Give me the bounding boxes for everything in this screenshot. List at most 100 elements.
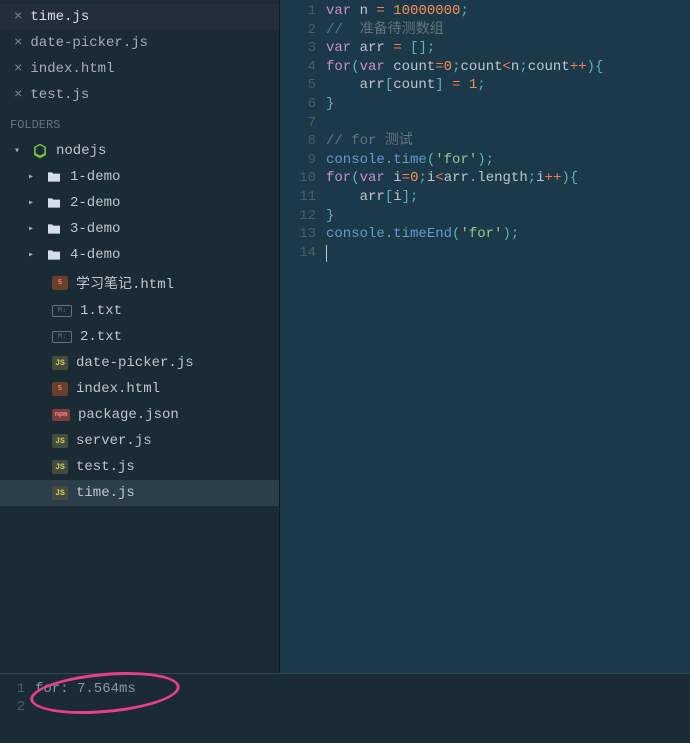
folder-icon: [46, 247, 62, 263]
close-icon[interactable]: ×: [14, 87, 22, 103]
tree-file-label: time.js: [76, 485, 135, 501]
line-number: 13: [280, 225, 316, 244]
close-icon[interactable]: ×: [14, 61, 22, 77]
tree-file-label: test.js: [76, 459, 135, 475]
open-tab[interactable]: × date-picker.js: [0, 30, 279, 56]
tree-folder-label: 2-demo: [70, 195, 120, 211]
nodejs-icon: [32, 143, 48, 159]
chevron-right-icon: ▸: [28, 223, 38, 235]
open-tabs: ×time.js×date-picker.js×index.html×test.…: [0, 0, 279, 112]
sidebar: ×time.js×date-picker.js×index.html×test.…: [0, 0, 280, 743]
folders-header: FOLDERS: [0, 112, 279, 138]
txt-file-icon: M↓: [52, 331, 72, 343]
line-number: 1: [280, 2, 316, 21]
tree-file[interactable]: M↓ 1.txt: [0, 298, 279, 324]
tree-root-label: nodejs: [56, 143, 106, 159]
console-line-empty: [35, 698, 690, 716]
tree-file[interactable]: JStest.js: [0, 454, 279, 480]
line-number: 12: [280, 207, 316, 226]
tree-folder[interactable]: ▸ 3-demo: [0, 216, 279, 242]
folder-icon: [46, 221, 62, 237]
tree-file[interactable]: 5 学习笔记.html: [0, 268, 279, 298]
code-line[interactable]: var arr = [];: [326, 39, 690, 58]
line-number: 11: [280, 188, 316, 207]
close-icon[interactable]: ×: [14, 9, 22, 25]
tree-file-label: date-picker.js: [76, 355, 194, 371]
tree-file[interactable]: M↓ 2.txt: [0, 324, 279, 350]
open-tab[interactable]: × test.js: [0, 82, 279, 108]
line-number: 10: [280, 169, 316, 188]
console-line: for: 7.564ms: [35, 680, 690, 698]
tree-folder[interactable]: ▸ 4-demo: [0, 242, 279, 268]
code-line[interactable]: }: [326, 95, 690, 114]
code-line[interactable]: console.timeEnd('for');: [326, 225, 690, 244]
code-line[interactable]: }: [326, 207, 690, 226]
code-area[interactable]: var n = 10000000;// 准备待测数组var arr = [];f…: [326, 0, 690, 743]
open-tab[interactable]: ×time.js: [0, 4, 279, 30]
chevron-right-icon: ▸: [28, 249, 38, 261]
code-line[interactable]: [326, 244, 690, 263]
code-line[interactable]: arr[i];: [326, 188, 690, 207]
tree-file-label: server.js: [76, 433, 152, 449]
tab-label: test.js: [30, 87, 89, 103]
line-number: 9: [280, 151, 316, 170]
code-line[interactable]: [326, 114, 690, 133]
html-file-icon: 5: [52, 382, 68, 396]
line-number: 4: [280, 58, 316, 77]
code-line[interactable]: console.time('for');: [326, 151, 690, 170]
js-file-icon: JS: [52, 486, 68, 500]
chevron-down-icon: ▾: [14, 145, 24, 157]
tree-file-label: index.html: [76, 381, 160, 397]
line-number: 6: [280, 95, 316, 114]
console-line-number: 1: [0, 680, 25, 698]
chevron-right-icon: ▸: [28, 171, 38, 183]
line-number: 3: [280, 39, 316, 58]
code-line[interactable]: arr[count] = 1;: [326, 76, 690, 95]
tab-label: index.html: [30, 61, 114, 77]
open-tab[interactable]: × index.html: [0, 56, 279, 82]
js-file-icon: JS: [52, 434, 68, 448]
line-number: 14: [280, 244, 316, 263]
tree-folder-label: 3-demo: [70, 221, 120, 237]
tree-file-label: 2.txt: [80, 329, 122, 345]
js-file-icon: JS: [52, 356, 68, 370]
folder-icon: [46, 195, 62, 211]
line-number: 5: [280, 76, 316, 95]
tree-root-folder[interactable]: ▾ nodejs: [0, 138, 279, 164]
tree-folder[interactable]: ▸ 1-demo: [0, 164, 279, 190]
line-number: 8: [280, 132, 316, 151]
tree-file-label: 1.txt: [80, 303, 122, 319]
tree-file[interactable]: npm package.json: [0, 402, 279, 428]
code-line[interactable]: var n = 10000000;: [326, 2, 690, 21]
text-cursor: [326, 245, 327, 262]
line-gutter: 1234567891011121314: [280, 0, 326, 743]
console-line-number: 2: [0, 698, 25, 716]
tree-file-label: package.json: [78, 407, 179, 423]
txt-file-icon: M↓: [52, 305, 72, 317]
console-panel: 12 for: 7.564ms: [0, 673, 690, 743]
npm-file-icon: npm: [52, 409, 70, 421]
tab-label: date-picker.js: [30, 35, 148, 51]
code-line[interactable]: for(var i=0;i<arr.length;i++){: [326, 169, 690, 188]
tree-folder-label: 1-demo: [70, 169, 120, 185]
tree-file[interactable]: JS time.js: [0, 480, 279, 506]
tree-folder-label: 4-demo: [70, 247, 120, 263]
file-tree: ▾ nodejs ▸1-demo▸2-demo▸3-demo▸4-demo 5学…: [0, 138, 279, 743]
tree-file-label: 学习笔记.html: [76, 273, 174, 293]
code-line[interactable]: // 准备待测数组: [326, 21, 690, 40]
folder-icon: [46, 169, 62, 185]
tree-folder[interactable]: ▸ 2-demo: [0, 190, 279, 216]
tree-file[interactable]: 5 index.html: [0, 376, 279, 402]
html-file-icon: 5: [52, 276, 68, 290]
console-gutter: 12: [0, 674, 35, 743]
code-line[interactable]: // for 测试: [326, 132, 690, 151]
console-output: for: 7.564ms: [35, 674, 690, 743]
tree-file[interactable]: JS date-picker.js: [0, 350, 279, 376]
tree-file[interactable]: JS server.js: [0, 428, 279, 454]
code-editor[interactable]: 1234567891011121314 var n = 10000000;// …: [280, 0, 690, 743]
close-icon[interactable]: ×: [14, 35, 22, 51]
code-line[interactable]: for(var count=0;count<n;count++){: [326, 58, 690, 77]
line-number: 7: [280, 114, 316, 133]
chevron-right-icon: ▸: [28, 197, 38, 209]
line-number: 2: [280, 21, 316, 40]
